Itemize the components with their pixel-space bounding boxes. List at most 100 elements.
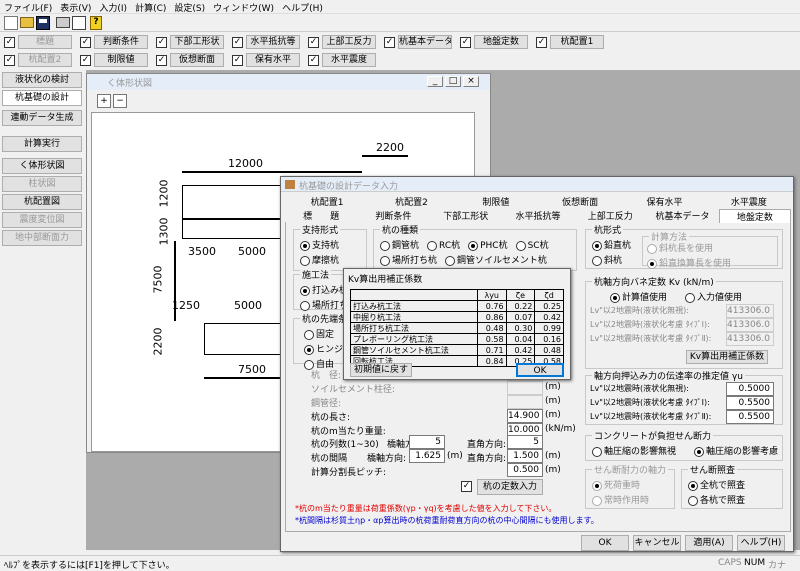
kv-cell-2-3[interactable]: 0.99	[534, 322, 564, 334]
menu-item-4[interactable]: 設定(S)	[174, 1, 205, 14]
spacing-axial-input[interactable]: 1.625	[409, 449, 445, 463]
check-2[interactable]: ✓	[156, 37, 167, 48]
tab-top-2[interactable]: 制限値	[454, 195, 538, 208]
input-button-2[interactable]: 下部工形状	[170, 35, 224, 49]
radio-dot[interactable]	[427, 240, 438, 251]
tab-top-5[interactable]: 水平震度	[707, 195, 791, 208]
radio-pileOpts-3[interactable]: SC杭	[515, 238, 549, 251]
radio-dot[interactable]	[300, 240, 310, 251]
tab-bottom-6[interactable]: 地盤定数	[718, 209, 791, 223]
kvRows-input-2[interactable]: 413306.0	[726, 332, 774, 346]
open-folder-icon[interactable]	[20, 17, 34, 28]
kv-cell-4-2[interactable]: 0.42	[505, 344, 536, 356]
input-button-0[interactable]: 標題	[18, 35, 72, 49]
menu-item-0[interactable]: ファイル(F)	[4, 1, 52, 14]
input-button-7[interactable]: 杭配置1	[550, 35, 604, 49]
radio-checkOpts-0[interactable]: 全杭で照査	[688, 478, 745, 491]
radio-calcOpts-0[interactable]: 斜杭長を使用	[647, 241, 731, 254]
gammaRows-input-1[interactable]: 0.5500	[726, 396, 774, 410]
input-button-4[interactable]: 水平震度	[322, 53, 376, 67]
radio-tipOpts-0[interactable]: 固定	[304, 327, 343, 340]
input-button-4[interactable]: 上部工反力	[322, 35, 376, 49]
menu-item-1[interactable]: 表示(V)	[60, 1, 91, 14]
gammaRows-input-0[interactable]: 0.5000	[726, 382, 774, 396]
kv-cell-0-2[interactable]: 0.22	[505, 300, 536, 312]
radio-axialOpts-1[interactable]: 常時作用時	[592, 493, 649, 506]
tab-top-4[interactable]: 保有水平	[622, 195, 706, 208]
close-button[interactable]: ×	[463, 76, 479, 87]
new-file-icon[interactable]	[4, 16, 18, 30]
spacing-perp-input[interactable]: 1.500	[507, 449, 543, 463]
minimize-button[interactable]: _	[427, 76, 443, 87]
save-icon[interactable]	[36, 16, 50, 30]
radio-pileOpts-2[interactable]: PHC杭	[468, 238, 508, 251]
print-icon[interactable]	[56, 17, 70, 28]
tab-bottom-0[interactable]: 標 題	[285, 209, 357, 222]
input-button-3[interactable]: 水平抵抗等	[246, 35, 300, 49]
check-1[interactable]: ✓	[80, 37, 91, 48]
radio-dot[interactable]	[610, 292, 620, 303]
radio-supportOpts-0[interactable]: 支持杭	[300, 238, 339, 251]
radio-calcOpts-1[interactable]: 鉛直換算長を使用	[647, 256, 731, 269]
radio-methodOpts-0[interactable]: 打込み杭	[300, 283, 348, 296]
kv-cell-0-3[interactable]: 0.25	[534, 300, 564, 312]
zoom-out-icon[interactable]: −	[113, 94, 127, 108]
menu-item-5[interactable]: ウィンドウ(W)	[213, 1, 274, 14]
radio-pileOpts-5[interactable]: 鋼管ソイルセメント杭	[445, 253, 547, 266]
sidebar-button-1[interactable]: 杭基礎の設計	[2, 90, 82, 106]
tab-top-3[interactable]: 仮想断面	[538, 195, 622, 208]
radio-pileOpts-4[interactable]: 場所打ち杭	[380, 253, 437, 266]
dialog-button-3[interactable]: ヘルプ(H)	[737, 535, 785, 551]
kv-cell-2-1[interactable]: 0.48	[476, 322, 507, 334]
input-button-1[interactable]: 制限値	[94, 53, 148, 67]
check-4[interactable]: ✓	[308, 55, 319, 66]
kv-cell-1-1[interactable]: 0.86	[476, 311, 507, 323]
prop-input-2[interactable]	[507, 395, 543, 409]
kv-cell-0-1[interactable]: 0.76	[476, 300, 507, 312]
radio-kvOpts-0[interactable]: 計算値使用	[610, 290, 667, 303]
tab-bottom-1[interactable]: 判断条件	[357, 209, 429, 222]
reset-button[interactable]: 初期値に戻す	[350, 363, 412, 377]
const-check[interactable]: ✓	[461, 481, 472, 492]
radio-dot[interactable]	[592, 480, 602, 491]
kvRows-input-0[interactable]: 413306.0	[726, 304, 774, 318]
radio-dot[interactable]	[304, 329, 314, 340]
tab-bottom-5[interactable]: 杭基本データ	[646, 209, 718, 222]
zoom-in-icon[interactable]: +	[97, 94, 111, 108]
input-button-1[interactable]: 判断条件	[94, 35, 148, 49]
kv-cell-2-2[interactable]: 0.30	[505, 322, 536, 334]
radio-supportOpts-1[interactable]: 摩擦杭	[300, 253, 339, 266]
tab-bottom-2[interactable]: 下部工形状	[430, 209, 502, 222]
kvRows-input-1[interactable]: 413306.0	[726, 318, 774, 332]
check-0[interactable]: ✓	[4, 37, 15, 48]
rows-axial-input[interactable]: 5	[409, 435, 445, 449]
radio-dot[interactable]	[515, 240, 526, 251]
radio-dot[interactable]	[300, 255, 310, 266]
prop-input-3[interactable]: 14.900	[507, 409, 543, 423]
tab-bottom-3[interactable]: 水平抵抗等	[502, 209, 574, 222]
sidebar-button-5[interactable]: 柱状図	[2, 176, 82, 192]
radio-shearOpts-1[interactable]: 軸圧縮の影響考慮	[694, 444, 778, 457]
radio-dot[interactable]	[304, 344, 314, 355]
kv-ok-button[interactable]: OK	[516, 363, 564, 377]
sidebar-button-8[interactable]: 地中部断面力	[2, 230, 82, 246]
sidebar-button-0[interactable]: 液状化の検討	[2, 72, 82, 88]
check-3[interactable]: ✓	[232, 37, 243, 48]
input-button-6[interactable]: 地盤定数	[474, 35, 528, 49]
dialog-button-2[interactable]: 適用(A)	[685, 535, 733, 551]
prop-input-1[interactable]	[507, 381, 543, 395]
radio-dot[interactable]	[688, 495, 698, 506]
check-0[interactable]: ✓	[4, 55, 15, 66]
radio-dot[interactable]	[685, 292, 696, 303]
radio-dot[interactable]	[380, 240, 390, 251]
kv-cell-1-2[interactable]: 0.07	[505, 311, 536, 323]
help-icon[interactable]: ?	[90, 16, 102, 30]
kv-cell-4-1[interactable]: 0.71	[476, 344, 507, 356]
check-2[interactable]: ✓	[156, 55, 167, 66]
check-6[interactable]: ✓	[460, 37, 471, 48]
kv-cell-4-3[interactable]: 0.48	[534, 344, 564, 356]
check-7[interactable]: ✓	[536, 37, 547, 48]
input-button-5[interactable]: 杭基本データ	[398, 35, 452, 49]
radio-methodOpts-1[interactable]: 場所打ち	[300, 298, 348, 311]
preview-icon[interactable]	[72, 16, 86, 30]
